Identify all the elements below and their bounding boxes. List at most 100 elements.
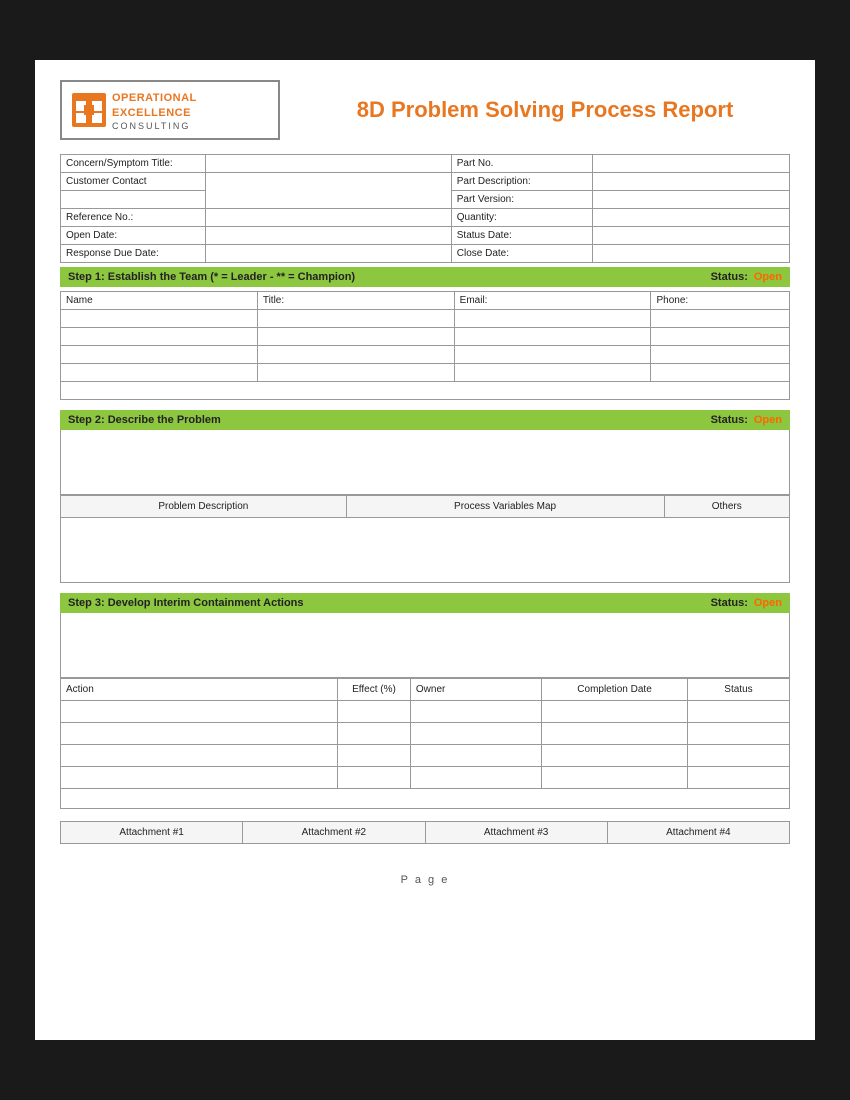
team-row3-phone[interactable] xyxy=(651,346,790,364)
col-header-completion: Completion Date xyxy=(542,679,688,701)
logo-text: Operational Excellence xyxy=(112,89,268,119)
step2-description-area[interactable] xyxy=(60,430,790,495)
action-row3-completion[interactable] xyxy=(542,745,688,767)
field-label-custcontact: Customer Contact xyxy=(61,173,206,191)
step2-status-label: Status: xyxy=(711,414,748,426)
field-label-opendate: Open Date: xyxy=(61,227,206,245)
field-label-closedate: Close Date: xyxy=(451,245,592,263)
team-row1-email[interactable] xyxy=(454,310,651,328)
action-row3-effect[interactable] xyxy=(338,745,411,767)
col-header-title: Title: xyxy=(257,292,454,310)
action-row2-action[interactable] xyxy=(61,723,338,745)
col-header-action: Action xyxy=(61,679,338,701)
field-label-concern: Concern/Symptom Title: xyxy=(61,155,206,173)
field-value-opendate[interactable] xyxy=(205,227,451,245)
team-row1-name[interactable] xyxy=(61,310,258,328)
step2-col-others[interactable]: Others xyxy=(664,496,790,518)
field-value-partdesc[interactable] xyxy=(593,173,790,191)
col-header-status: Status xyxy=(687,679,789,701)
team-row3-title[interactable] xyxy=(257,346,454,364)
team-row2-name[interactable] xyxy=(61,328,258,346)
action-row2-effect[interactable] xyxy=(338,723,411,745)
step3-bottom-space xyxy=(60,789,790,809)
action-row4-status[interactable] xyxy=(687,767,789,789)
report-page: Operational Excellence CONSULTING 8D Pro… xyxy=(35,60,815,1040)
step1-extra-space xyxy=(60,382,790,400)
step3-status-label: Status: xyxy=(711,597,748,609)
action-row4-completion[interactable] xyxy=(542,767,688,789)
action-row4-owner[interactable] xyxy=(410,767,541,789)
field-value-partver[interactable] xyxy=(593,191,790,209)
team-row3-email[interactable] xyxy=(454,346,651,364)
page-footer: P a g e xyxy=(60,874,790,886)
team-row4-email[interactable] xyxy=(454,364,651,382)
action-row1-owner[interactable] xyxy=(410,701,541,723)
step2-col-probdesc[interactable]: Problem Description xyxy=(61,496,347,518)
col-header-email: Email: xyxy=(454,292,651,310)
action-row2-status[interactable] xyxy=(687,723,789,745)
step3-status-value: Open xyxy=(754,597,782,609)
page-header: Operational Excellence CONSULTING 8D Pro… xyxy=(60,80,790,140)
action-row2-owner[interactable] xyxy=(410,723,541,745)
field-label-qty: Quantity: xyxy=(451,209,592,227)
team-row2-email[interactable] xyxy=(454,328,651,346)
field-value-qty[interactable] xyxy=(593,209,790,227)
action-row3-status[interactable] xyxy=(687,745,789,767)
attachments-table: Attachment #1 Attachment #2 Attachment #… xyxy=(60,821,790,844)
attachment-1[interactable]: Attachment #1 xyxy=(61,822,243,844)
action-row1-completion[interactable] xyxy=(542,701,688,723)
action-row1-action[interactable] xyxy=(61,701,338,723)
team-row2-phone[interactable] xyxy=(651,328,790,346)
step1-status-value: Open xyxy=(754,271,782,283)
team-row3-name[interactable] xyxy=(61,346,258,364)
field-value-responsedue[interactable] xyxy=(205,245,451,263)
team-row2-title[interactable] xyxy=(257,328,454,346)
field-value-concern[interactable] xyxy=(205,155,451,173)
attachment-4[interactable]: Attachment #4 xyxy=(607,822,789,844)
field-value-partno[interactable] xyxy=(593,155,790,173)
field-label-responsedue: Response Due Date: xyxy=(61,245,206,263)
col-header-effect: Effect (%) xyxy=(338,679,411,701)
step1-team-table: Name Title: Email: Phone: xyxy=(60,291,790,382)
team-row4-title[interactable] xyxy=(257,364,454,382)
col-header-name: Name xyxy=(61,292,258,310)
action-row4-action[interactable] xyxy=(61,767,338,789)
report-title: 8D Problem Solving Process Report xyxy=(300,97,790,123)
step2-cols: Problem Description Process Variables Ma… xyxy=(60,495,790,518)
team-row1-phone[interactable] xyxy=(651,310,790,328)
action-row2-completion[interactable] xyxy=(542,723,688,745)
team-row4-phone[interactable] xyxy=(651,364,790,382)
field-value-closedate[interactable] xyxy=(593,245,790,263)
step1-title: Step 1: Establish the Team (* = Leader -… xyxy=(68,271,355,283)
step3-header: Step 3: Develop Interim Containment Acti… xyxy=(60,593,790,613)
step3-title: Step 3: Develop Interim Containment Acti… xyxy=(68,597,304,609)
action-row1-status[interactable] xyxy=(687,701,789,723)
field-label-statusdate: Status Date: xyxy=(451,227,592,245)
step2-header: Step 2: Describe the Problem Status: Ope… xyxy=(60,410,790,430)
col-header-phone: Phone: xyxy=(651,292,790,310)
action-row4-effect[interactable] xyxy=(338,767,411,789)
logo-icon xyxy=(72,93,106,127)
action-row1-effect[interactable] xyxy=(338,701,411,723)
col-header-owner: Owner xyxy=(410,679,541,701)
field-value-refno[interactable] xyxy=(205,209,451,227)
step1-header: Step 1: Establish the Team (* = Leader -… xyxy=(60,267,790,287)
field-value-statusdate[interactable] xyxy=(593,227,790,245)
logo-box: Operational Excellence CONSULTING xyxy=(60,80,280,140)
step2-title: Step 2: Describe the Problem xyxy=(68,414,221,426)
action-row3-action[interactable] xyxy=(61,745,338,767)
team-row1-title[interactable] xyxy=(257,310,454,328)
form-fields: Concern/Symptom Title: Part No. Customer… xyxy=(60,154,790,263)
step2-status-value: Open xyxy=(754,414,782,426)
attachment-3[interactable]: Attachment #3 xyxy=(425,822,607,844)
action-row3-owner[interactable] xyxy=(410,745,541,767)
attachment-2[interactable]: Attachment #2 xyxy=(243,822,425,844)
step3-action-table: Action Effect (%) Owner Completion Date … xyxy=(60,678,790,789)
step3-description-area[interactable] xyxy=(60,613,790,678)
step2-bottom-area[interactable] xyxy=(60,518,790,583)
field-label-partdesc: Part Description: xyxy=(451,173,592,191)
step1-status-label: Status: xyxy=(711,271,748,283)
team-row4-name[interactable] xyxy=(61,364,258,382)
field-value-custcontact[interactable] xyxy=(205,173,451,209)
step2-col-procvar[interactable]: Process Variables Map xyxy=(346,496,664,518)
